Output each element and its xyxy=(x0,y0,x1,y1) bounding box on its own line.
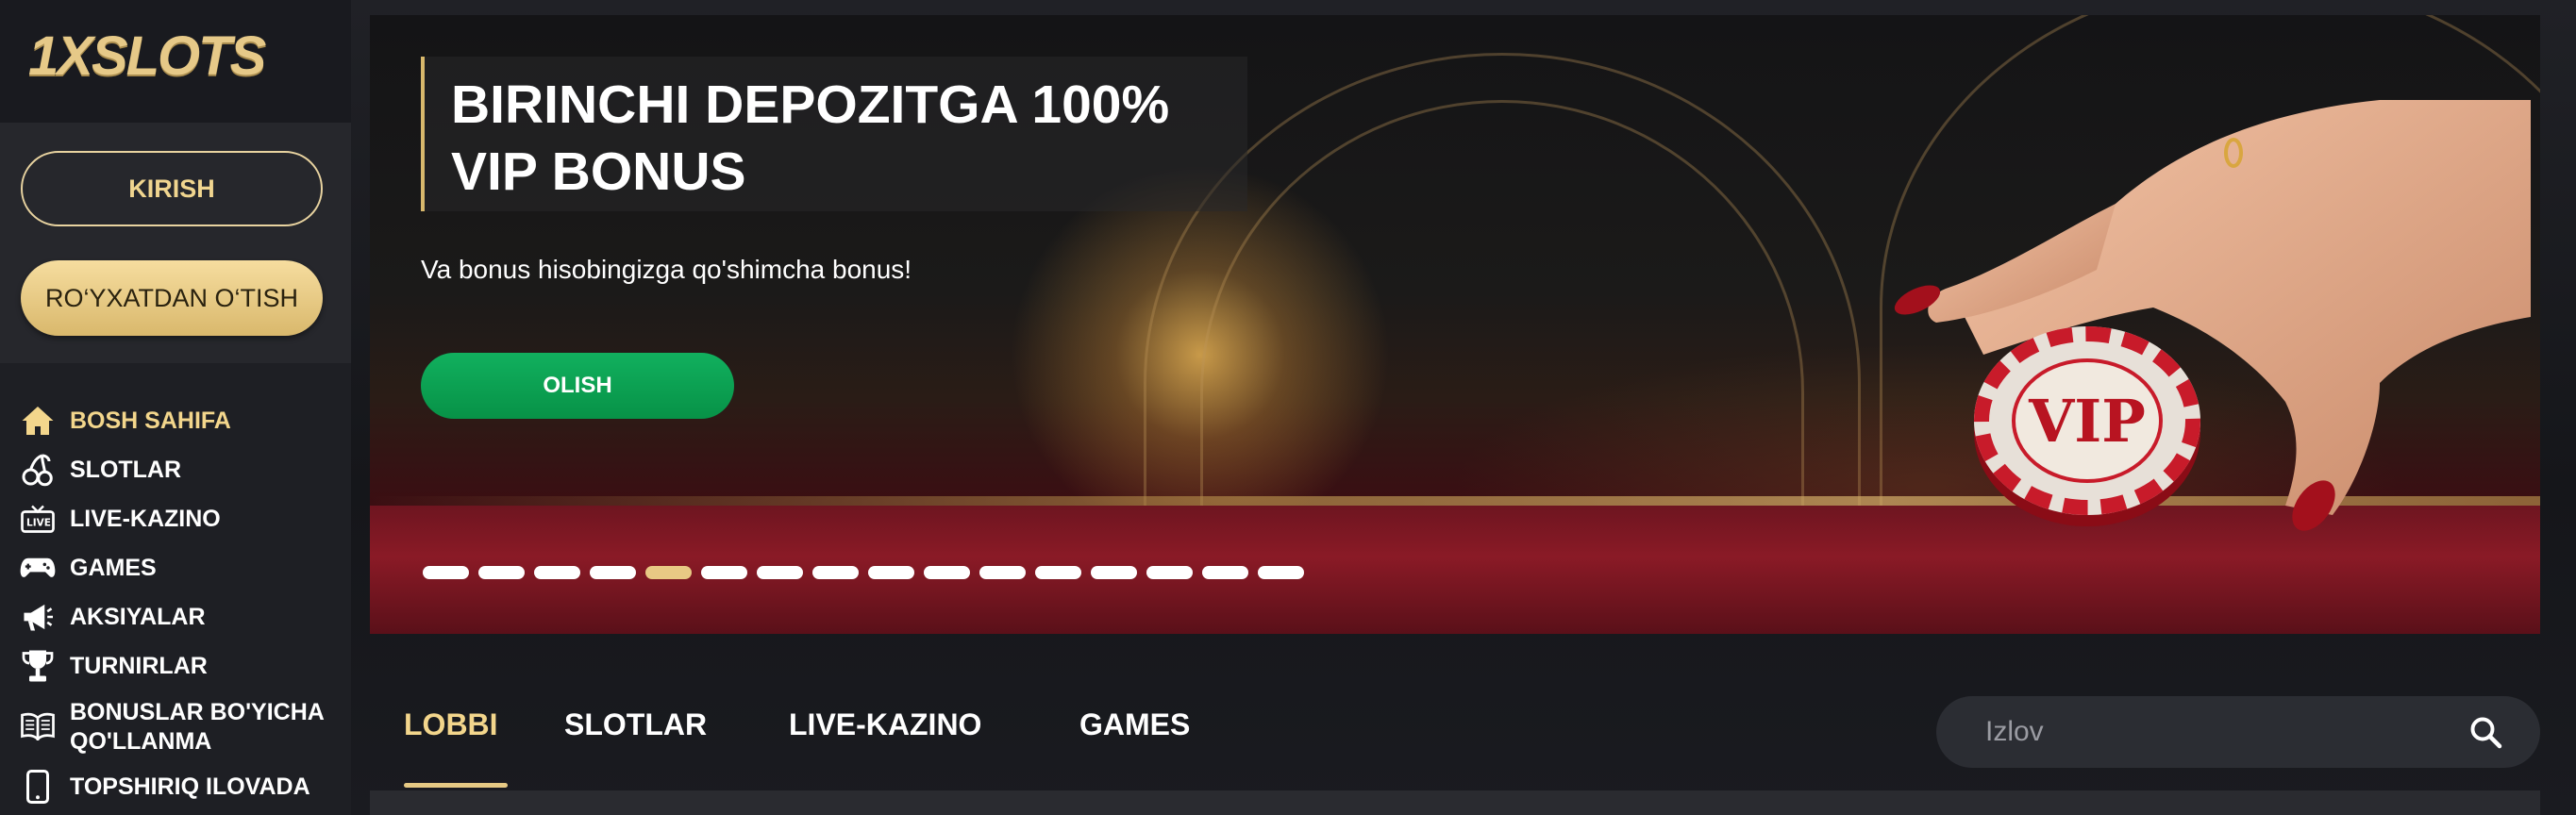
slider-dot[interactable] xyxy=(812,566,859,579)
svg-text:LIVE: LIVE xyxy=(26,518,51,529)
tab-live-casino[interactable]: LIVE-KAZINO xyxy=(789,698,981,789)
live-tv-icon: LIVE xyxy=(19,500,57,538)
search-box xyxy=(1936,696,2540,768)
tab-label: LOBBI xyxy=(404,707,498,741)
sidebar-item-label: TURNIRLAR xyxy=(70,652,208,679)
brand-logo[interactable]: 1XSLOTS xyxy=(28,25,266,88)
slider-dot[interactable] xyxy=(1202,566,1248,579)
tab-games[interactable]: GAMES xyxy=(1079,698,1190,789)
cherries-icon xyxy=(19,451,57,489)
slider-dot[interactable] xyxy=(924,566,970,579)
slider-dot[interactable] xyxy=(1146,566,1193,579)
tab-lobby[interactable]: LOBBI xyxy=(404,698,508,789)
book-icon xyxy=(19,707,57,745)
sidebar-item-promotions[interactable]: AKSIYALAR xyxy=(0,598,351,636)
tab-label: SLOTLAR xyxy=(564,707,708,741)
sidebar-item-tournaments[interactable]: TURNIRLAR xyxy=(0,647,351,685)
sidebar-item-slots[interactable]: SLOTLAR xyxy=(0,451,351,489)
slider-dot[interactable] xyxy=(701,566,747,579)
phone-icon xyxy=(19,768,57,806)
hero-subtitle: Va bonus hisobingizga qo'shimcha bonus! xyxy=(421,255,912,284)
slider-pagination xyxy=(423,566,1304,579)
sidebar-item-live-casino[interactable]: LIVE LIVE-KAZINO xyxy=(0,500,351,538)
games-grid-top xyxy=(370,790,2540,815)
slider-dot[interactable] xyxy=(1091,566,1137,579)
sidebar-item-label: GAMES xyxy=(70,554,157,581)
sidebar-item-label: BONUSLAR BO'YICHA QO'LLANMA xyxy=(70,699,324,755)
get-bonus-button[interactable]: OLISH xyxy=(421,353,734,419)
slider-dot[interactable] xyxy=(478,566,525,579)
home-icon xyxy=(19,402,57,440)
tab-label: LIVE-KAZINO xyxy=(789,707,982,741)
megaphone-icon xyxy=(19,598,57,636)
slider-dot[interactable] xyxy=(868,566,914,579)
gamepad-icon xyxy=(19,549,57,587)
slider-dot[interactable] xyxy=(979,566,1026,579)
slider-dot[interactable] xyxy=(1258,566,1304,579)
auth-panel: KIRISH RO‘YXATDAN O‘TISH xyxy=(0,123,351,363)
sidebar-item-label: LIVE-KAZINO xyxy=(70,505,221,532)
tab-label: GAMES xyxy=(1079,707,1191,741)
sidebar-item-tasks-app[interactable]: TOPSHIRIQ ILOVADA xyxy=(0,768,351,806)
hero-title: BIRINCHI DEPOZITGA 100% VIP BONUS xyxy=(451,75,1170,202)
vip-chip-text: VIP xyxy=(2028,387,2146,456)
slider-dot[interactable] xyxy=(423,566,469,579)
main-content: VIP BIRINCHI DEPOZITGA 100% VIP BONUS Va… xyxy=(351,0,2576,815)
register-button[interactable]: RO‘YXATDAN O‘TISH xyxy=(21,260,323,336)
slider-dot[interactable] xyxy=(645,566,692,579)
trophy-icon xyxy=(19,647,57,685)
search-input[interactable] xyxy=(1983,696,2436,768)
sidebar-item-bonus-guide[interactable]: BONUSLAR BO'YICHA QO'LLANMA xyxy=(0,696,351,758)
slider-dot[interactable] xyxy=(1035,566,1081,579)
search-icon[interactable] xyxy=(2468,715,2502,749)
sidebar-item-home[interactable]: BOSH SAHIFA xyxy=(0,402,351,440)
promo-banner[interactable]: VIP BIRINCHI DEPOZITGA 100% VIP BONUS Va… xyxy=(370,15,2540,634)
sidebar-item-label: AKSIYALAR xyxy=(70,603,206,630)
sidebar-item-label: SLOTLAR xyxy=(70,456,182,483)
hero-title-box: BIRINCHI DEPOZITGA 100% VIP BONUS xyxy=(421,57,1247,211)
slider-dot[interactable] xyxy=(590,566,636,579)
sidebar-item-label: TOPSHIRIQ ILOVADA xyxy=(70,773,310,800)
active-tab-indicator xyxy=(404,783,508,788)
logo-area: 1XSLOTS xyxy=(0,0,351,123)
tab-slots[interactable]: SLOTLAR xyxy=(564,698,707,789)
sidebar: 1XSLOTS KIRISH RO‘YXATDAN O‘TISH BOSH SA… xyxy=(0,0,351,815)
login-button[interactable]: KIRISH xyxy=(21,151,323,226)
slider-dot[interactable] xyxy=(534,566,580,579)
slider-dot[interactable] xyxy=(757,566,803,579)
sidebar-item-label: BOSH SAHIFA xyxy=(70,407,231,434)
vip-chip-hand-illustration: VIP xyxy=(1894,100,2531,531)
sidebar-item-games[interactable]: GAMES xyxy=(0,549,351,587)
